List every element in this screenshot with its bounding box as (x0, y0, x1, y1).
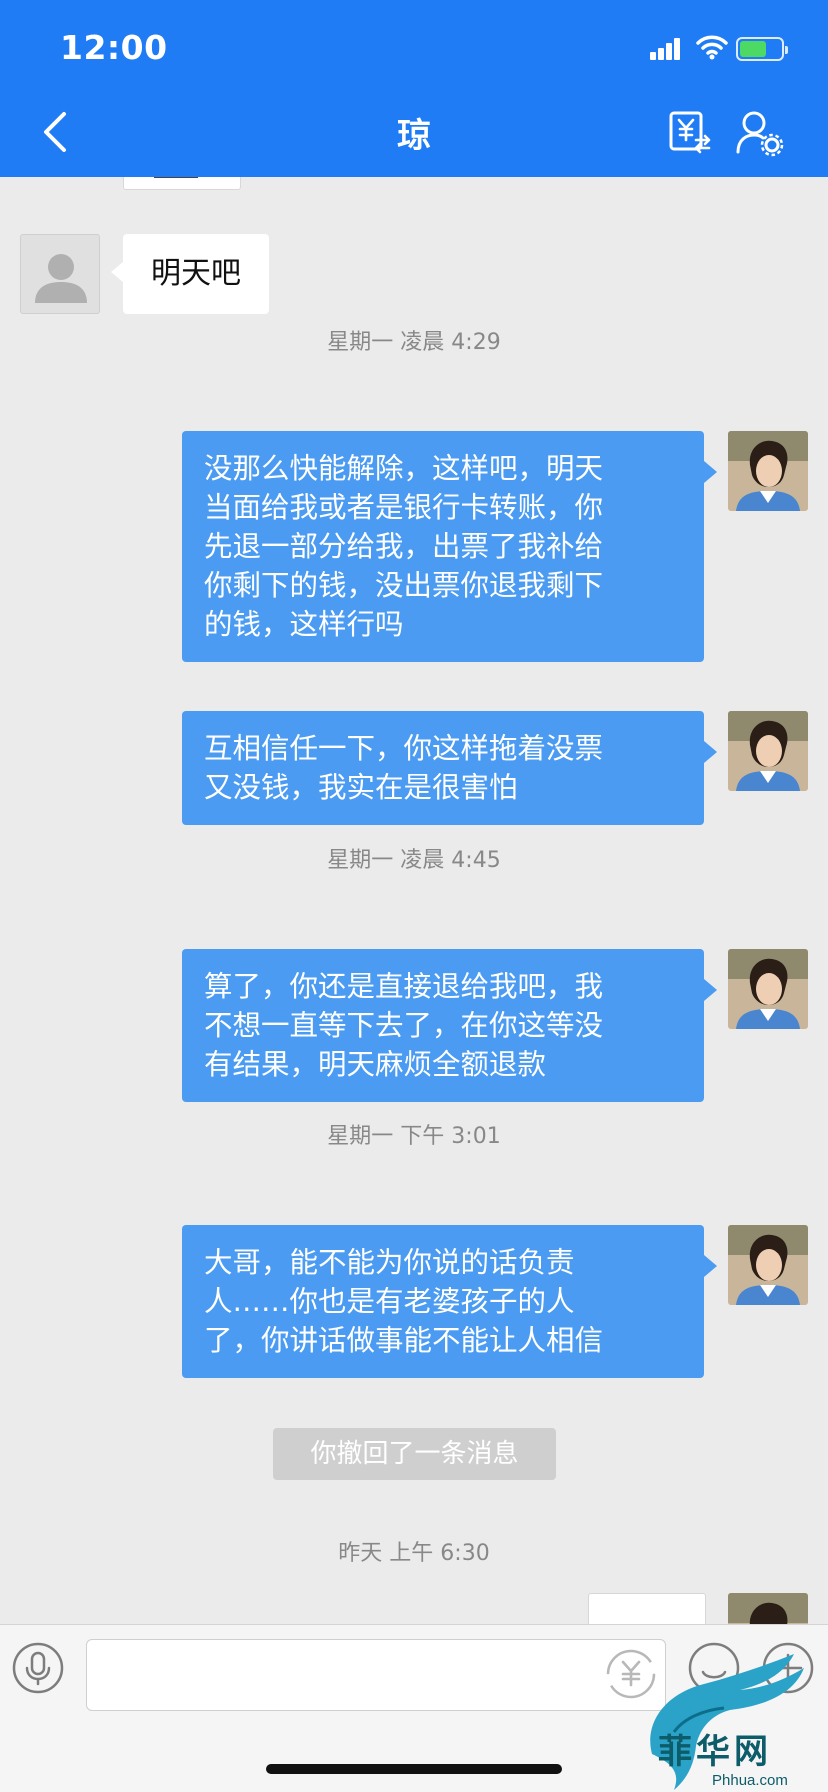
watermark-text: 菲华网 (658, 1732, 772, 1772)
profile-photo (728, 711, 808, 791)
battery-icon (736, 37, 788, 61)
message-line: 不想一直等下去了，在你这等没 (204, 1009, 604, 1042)
my-avatar[interactable] (728, 949, 808, 1029)
outgoing-message[interactable]: 大哥，能不能为你说的话负责 人……你也是有老婆孩子的人 了，你讲话做事能不能让人… (182, 1225, 717, 1378)
message-line: 当面给我或者是银行卡转账，你 (204, 491, 604, 524)
profile-photo (728, 1593, 808, 1624)
timestamp: 星期一 下午 3:01 (327, 1124, 501, 1149)
profile-photo (728, 1225, 808, 1305)
wifi-icon (696, 35, 728, 60)
recalled-message-notice: 你撤回了一条消息 (273, 1428, 556, 1480)
message-line: 又没钱，我实在是很害怕 (204, 771, 518, 804)
message-line: 的钱，这样行吗 (204, 608, 404, 641)
home-indicator (266, 1764, 562, 1774)
message-line: 互相信任一下，你这样拖着没票 (204, 732, 604, 765)
voice-input-icon[interactable] (12, 1642, 64, 1694)
outgoing-message[interactable]: 没那么快能解除，这样吧，明天 当面给我或者是银行卡转账，你 先退一部分给我，出票… (182, 431, 717, 662)
incoming-message[interactable]: 明天吧 (111, 234, 269, 314)
message-line: 有结果，明天麻烦全额退款 (204, 1048, 547, 1081)
watermark-url: Phhua.com (712, 1772, 788, 1789)
chat-header: 12:00 琼 (0, 0, 828, 177)
my-avatar[interactable] (728, 431, 808, 511)
image-message-thumbnail[interactable] (588, 1593, 706, 1624)
message-input[interactable] (86, 1639, 666, 1711)
message-list[interactable]: 明天吧 星期一 凌晨 4:29 没那么快能解除，这样吧，明天 当面给我或者是银行… (0, 177, 828, 1624)
message-line: 人……你也是有老婆孩子的人 (204, 1285, 575, 1318)
message-line: 了，你讲话做事能不能让人相信 (204, 1324, 604, 1357)
my-avatar[interactable] (728, 711, 808, 791)
contact-avatar[interactable] (20, 234, 100, 314)
cellular-signal-icon (650, 38, 682, 60)
message-line: 先退一部分给我，出票了我补给 (204, 530, 604, 563)
timestamp: 昨天 上午 6:30 (338, 1541, 490, 1566)
chat-settings-icon[interactable] (734, 108, 784, 158)
profile-photo (728, 431, 808, 511)
timestamp: 星期一 凌晨 4:45 (327, 848, 501, 873)
default-avatar-icon (35, 254, 87, 303)
message-bubble-partial[interactable] (123, 177, 241, 190)
message-line: 没那么快能解除，这样吧，明天 (204, 452, 604, 485)
message-line: 算了，你还是直接退给我吧，我 (204, 970, 604, 1003)
transfer-icon[interactable] (668, 110, 712, 154)
status-time: 12:00 (60, 28, 168, 67)
message-line: 大哥，能不能为你说的话负责 (204, 1246, 575, 1279)
profile-photo (728, 949, 808, 1029)
message-line: 你剩下的钱，没出票你退我剩下 (204, 569, 604, 602)
timestamp: 星期一 凌晨 4:29 (327, 330, 501, 355)
my-avatar[interactable] (728, 1225, 808, 1305)
outgoing-message[interactable]: 算了，你还是直接退给我吧，我 不想一直等下去了，在你这等没 有结果，明天麻烦全额… (182, 949, 717, 1102)
my-avatar[interactable] (728, 1593, 808, 1624)
outgoing-message[interactable]: 互相信任一下，你这样拖着没票 又没钱，我实在是很害怕 (182, 711, 717, 825)
